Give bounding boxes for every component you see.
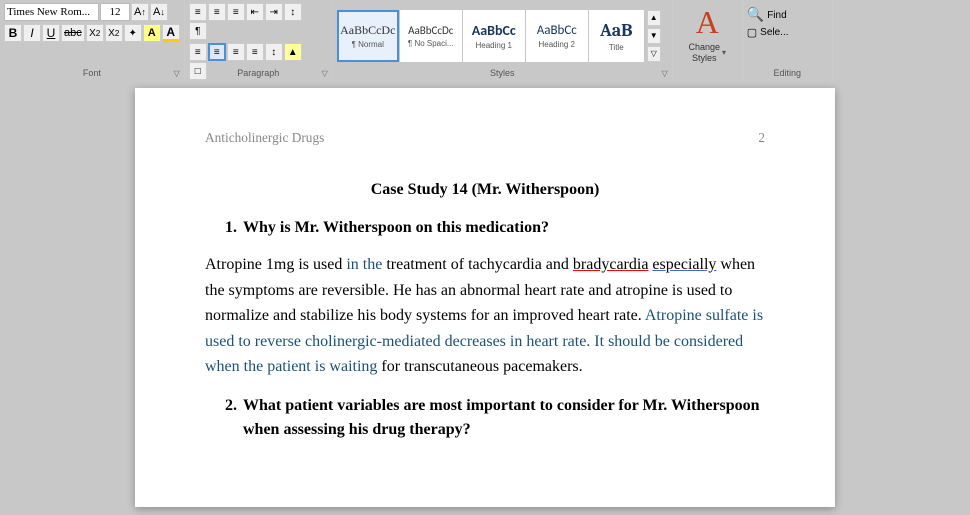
find-icon: 🔍: [747, 7, 764, 24]
sort-btn[interactable]: ↕: [284, 3, 302, 21]
change-styles-icon: A: [696, 6, 719, 38]
para-group-label: Paragraph: [185, 68, 332, 78]
font-group-expand[interactable]: ▽: [174, 69, 180, 78]
font-format-row: B I U abc X2 X2 ✦ A A: [4, 24, 180, 42]
body-text-part2: treatment of tachycardia and: [382, 256, 573, 273]
increase-indent-btn[interactable]: ⇥: [265, 3, 283, 21]
body-colored-in: in the: [346, 256, 382, 273]
style-title-btn[interactable]: AaB Title: [589, 10, 644, 62]
subscript-btn[interactable]: X2: [86, 24, 104, 42]
find-label: Find: [767, 10, 786, 21]
numbering-btn[interactable]: ≡: [208, 3, 226, 21]
style-normal-btn[interactable]: AaBbCcDc ¶ Normal: [337, 10, 399, 62]
bullets-btn[interactable]: ≡: [189, 3, 207, 21]
underline-btn[interactable]: U: [42, 24, 60, 42]
document-area: Anticholinergic Drugs 2 Case Study 14 (M…: [0, 80, 970, 515]
change-styles-label: ChangeStyles: [688, 42, 720, 64]
align-center-btn[interactable]: ≡: [208, 43, 226, 61]
body-text-part1: Atropine 1mg is used: [205, 256, 346, 273]
ribbon: Times New Rom... 12 A↑ A↓ B I U abc X2 X…: [0, 0, 970, 80]
editing-items: 🔍 Find ▢ Sele...: [747, 3, 828, 39]
styles-expand[interactable]: ▽: [647, 46, 661, 62]
select-label: Sele...: [760, 27, 788, 38]
highlight-btn[interactable]: A: [143, 24, 161, 42]
page-header: Anticholinergic Drugs 2: [205, 128, 765, 148]
style-h2-btn[interactable]: AaBbCc Heading 2: [526, 10, 588, 62]
styles-scroll-up[interactable]: ▲: [647, 10, 661, 26]
font-group-label: Font: [0, 68, 184, 78]
ribbon-content: Times New Rom... 12 A↑ A↓ B I U abc X2 X…: [0, 0, 970, 80]
change-styles-arrow: ▾: [722, 48, 726, 57]
body-text-1: Atropine 1mg is used in the treatment of…: [205, 252, 765, 380]
font-name-box[interactable]: Times New Rom...: [4, 3, 99, 21]
style-normal-label: ¶ Normal: [352, 40, 384, 49]
show-marks-btn[interactable]: ¶: [189, 22, 207, 40]
styles-group-label: Styles: [333, 68, 672, 78]
font-group: Times New Rom... 12 A↑ A↓ B I U abc X2 X…: [0, 0, 185, 80]
font-size-box[interactable]: 12: [100, 3, 130, 21]
body-text-part5: for transcutaneous pacemakers.: [377, 358, 582, 375]
multilevel-btn[interactable]: ≡: [227, 3, 245, 21]
question2-text: What patient variables are most importan…: [243, 394, 765, 442]
styles-row: AaBbCcDc ¶ Normal AaBbCcDc ¶ No Spaci...…: [337, 3, 661, 66]
style-title-label: Title: [609, 43, 624, 52]
especially-word: especially: [652, 256, 716, 273]
font-color-btn[interactable]: A: [162, 24, 180, 42]
shading-btn[interactable]: ▲: [284, 43, 302, 61]
align-left-btn[interactable]: ≡: [189, 43, 207, 61]
para-list-btns: ≡ ≡ ≡ ⇤ ⇥ ↕ ¶: [189, 3, 328, 40]
question1-container: 1. Why is Mr. Witherspoon on this medica…: [205, 216, 765, 240]
para-group-expand[interactable]: ▽: [322, 69, 328, 78]
styles-scroll-down[interactable]: ▼: [647, 28, 661, 44]
header-left: Anticholinergic Drugs: [205, 128, 324, 148]
style-title-preview: AaB: [600, 20, 633, 41]
header-right: 2: [758, 128, 765, 148]
find-btn[interactable]: 🔍 Find: [747, 7, 828, 24]
justify-btn[interactable]: ≡: [246, 43, 264, 61]
question2-num: 2.: [225, 394, 237, 442]
styles-group-expand[interactable]: ▽: [662, 69, 668, 78]
strikethrough-btn[interactable]: abc: [61, 24, 85, 42]
styles-scroll-col: ▲ ▼ ▽: [647, 10, 661, 62]
style-h1-btn[interactable]: AaBbCc Heading 1: [463, 10, 525, 62]
style-nospace-btn[interactable]: AaBbCcDc ¶ No Spaci...: [400, 10, 462, 62]
superscript-btn[interactable]: X2: [105, 24, 123, 42]
style-h1-preview: AaBbCc: [472, 22, 516, 39]
paragraph-group: ≡ ≡ ≡ ⇤ ⇥ ↕ ¶ ≡ ≡ ≡ ≡ ↕ ▲ □ Paragraph ▽: [185, 0, 333, 80]
change-styles-group: A ChangeStyles ▾: [673, 0, 743, 80]
align-right-btn[interactable]: ≡: [227, 43, 245, 61]
line-spacing-btn[interactable]: ↕: [265, 43, 283, 61]
bold-btn[interactable]: B: [4, 24, 22, 42]
select-icon: ▢: [747, 26, 757, 39]
style-h1-label: Heading 1: [476, 41, 512, 50]
decrease-indent-btn[interactable]: ⇤: [246, 3, 264, 21]
editing-group: 🔍 Find ▢ Sele... Editing: [743, 0, 833, 80]
question1-text: Why is Mr. Witherspoon on this medicatio…: [243, 216, 549, 240]
editing-group-label: Editing: [743, 68, 832, 78]
font-name-row: Times New Rom... 12 A↑ A↓: [4, 3, 180, 21]
question1-num: 1.: [225, 216, 237, 240]
styles-group: AaBbCcDc ¶ Normal AaBbCcDc ¶ No Spaci...…: [333, 0, 673, 80]
style-nospace-preview: AaBbCcDc: [408, 24, 453, 37]
style-h2-label: Heading 2: [539, 40, 575, 49]
document-title: Case Study 14 (Mr. Witherspoon): [205, 178, 765, 202]
bradycardia-word: bradycardia: [573, 256, 649, 273]
clear-format-btn[interactable]: ✦: [124, 24, 142, 42]
change-styles-btn[interactable]: A ChangeStyles ▾: [688, 6, 726, 64]
document-page[interactable]: Anticholinergic Drugs 2 Case Study 14 (M…: [135, 88, 835, 507]
change-styles-label-row: ChangeStyles ▾: [688, 42, 726, 64]
style-h2-preview: AaBbCc: [537, 23, 577, 38]
font-size-down-btn[interactable]: A↓: [150, 3, 168, 21]
italic-btn[interactable]: I: [23, 24, 41, 42]
style-nospace-label: ¶ No Spaci...: [408, 39, 454, 48]
question2-container: 2. What patient variables are most impor…: [225, 394, 765, 442]
select-btn[interactable]: ▢ Sele...: [747, 26, 828, 39]
font-size-up-btn[interactable]: A↑: [131, 3, 149, 21]
style-normal-preview: AaBbCcDc: [340, 23, 395, 38]
